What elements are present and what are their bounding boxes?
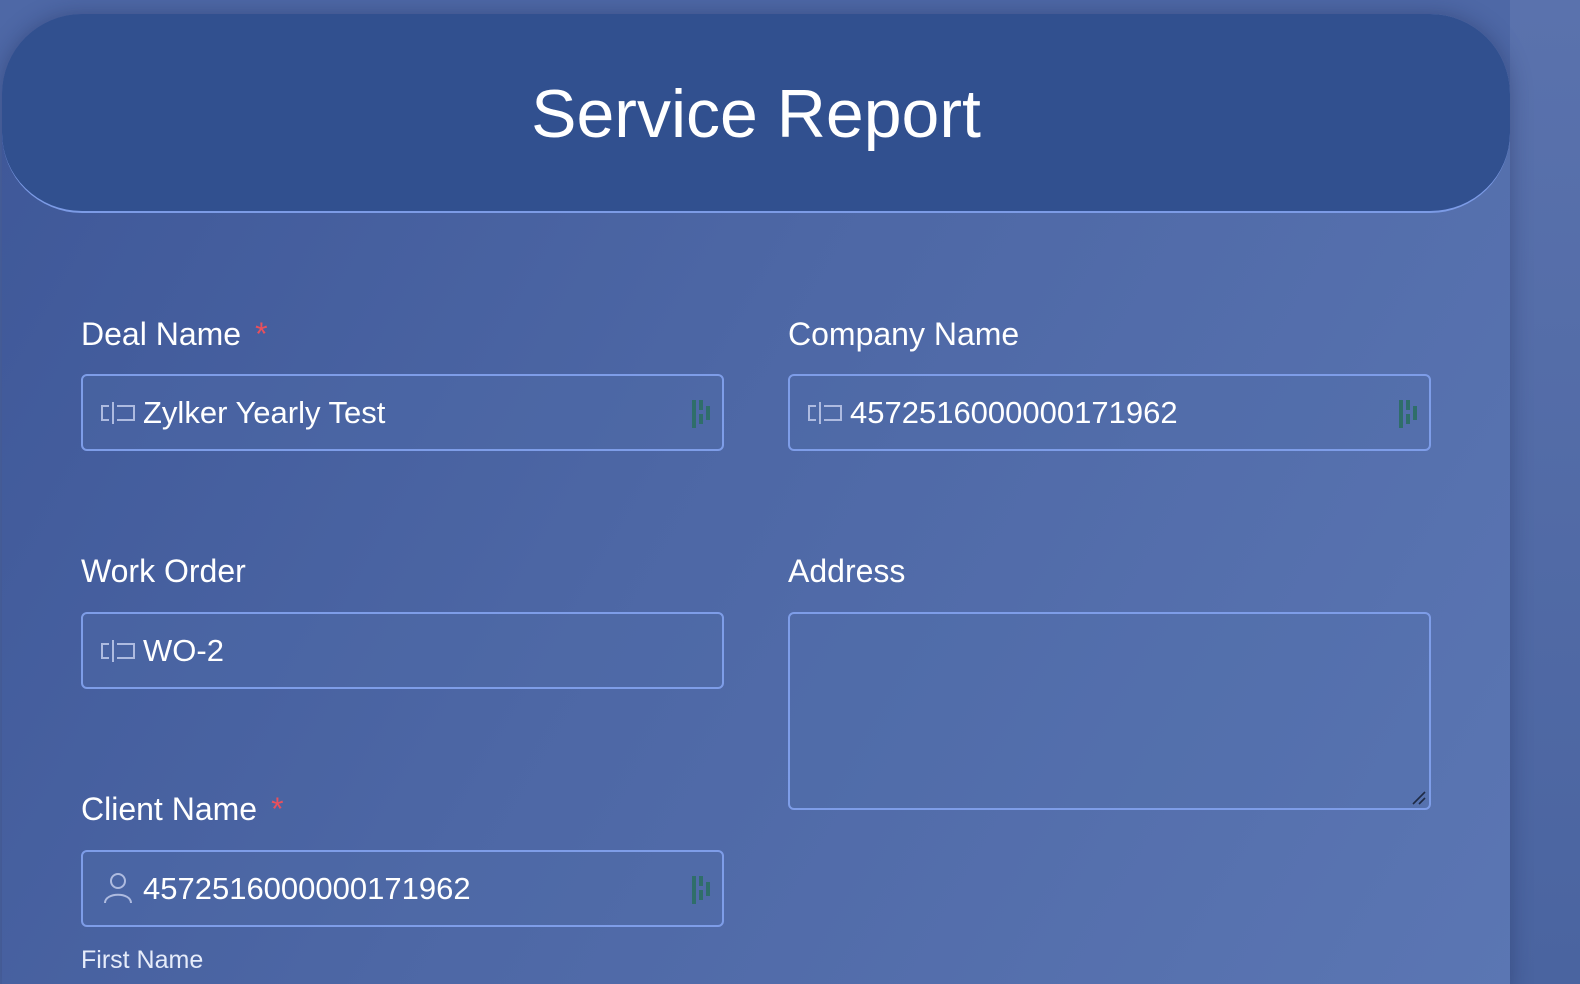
company-name-value: 4572516000000171962 bbox=[850, 395, 1178, 430]
company-name-field[interactable]: 4572516000000171962 bbox=[788, 374, 1431, 451]
form-header: Service Report bbox=[2, 14, 1510, 213]
lookup-icon[interactable] bbox=[690, 874, 714, 906]
text-field-icon bbox=[808, 402, 842, 424]
work-order-label: Work Order bbox=[81, 552, 246, 590]
deal-name-value: Zylker Yearly Test bbox=[143, 395, 386, 430]
work-order-value: WO-2 bbox=[143, 633, 224, 668]
required-mark: * bbox=[255, 316, 268, 352]
required-mark: * bbox=[271, 791, 284, 827]
lookup-icon[interactable] bbox=[690, 398, 714, 430]
address-textarea[interactable] bbox=[788, 612, 1431, 810]
deal-name-label-text: Deal Name bbox=[81, 316, 242, 352]
page-title: Service Report bbox=[531, 76, 981, 152]
deal-name-label: Deal Name * bbox=[81, 315, 268, 353]
client-name-field[interactable]: 4572516000000171962 bbox=[81, 850, 724, 927]
text-field-icon bbox=[101, 402, 135, 424]
deal-name-field[interactable]: Zylker Yearly Test bbox=[81, 374, 724, 451]
address-label-text: Address bbox=[788, 553, 906, 589]
resize-grip-icon[interactable] bbox=[1411, 790, 1427, 806]
work-order-field[interactable]: WO-2 bbox=[81, 612, 724, 689]
text-field-icon bbox=[101, 640, 135, 662]
work-order-label-text: Work Order bbox=[81, 553, 246, 589]
client-name-label: Client Name * bbox=[81, 790, 284, 828]
client-name-value: 4572516000000171962 bbox=[143, 871, 471, 906]
client-first-name-sublabel: First Name bbox=[81, 946, 204, 974]
company-name-label-text: Company Name bbox=[788, 316, 1020, 352]
address-label: Address bbox=[788, 552, 905, 590]
client-name-label-text: Client Name bbox=[81, 791, 258, 827]
form-card: Service Report Deal Name * Zylker Yearly … bbox=[2, 14, 1510, 984]
lookup-icon[interactable] bbox=[1397, 398, 1421, 430]
background-strip bbox=[1510, 0, 1580, 984]
person-icon bbox=[104, 873, 132, 904]
company-name-label: Company Name bbox=[788, 315, 1019, 353]
